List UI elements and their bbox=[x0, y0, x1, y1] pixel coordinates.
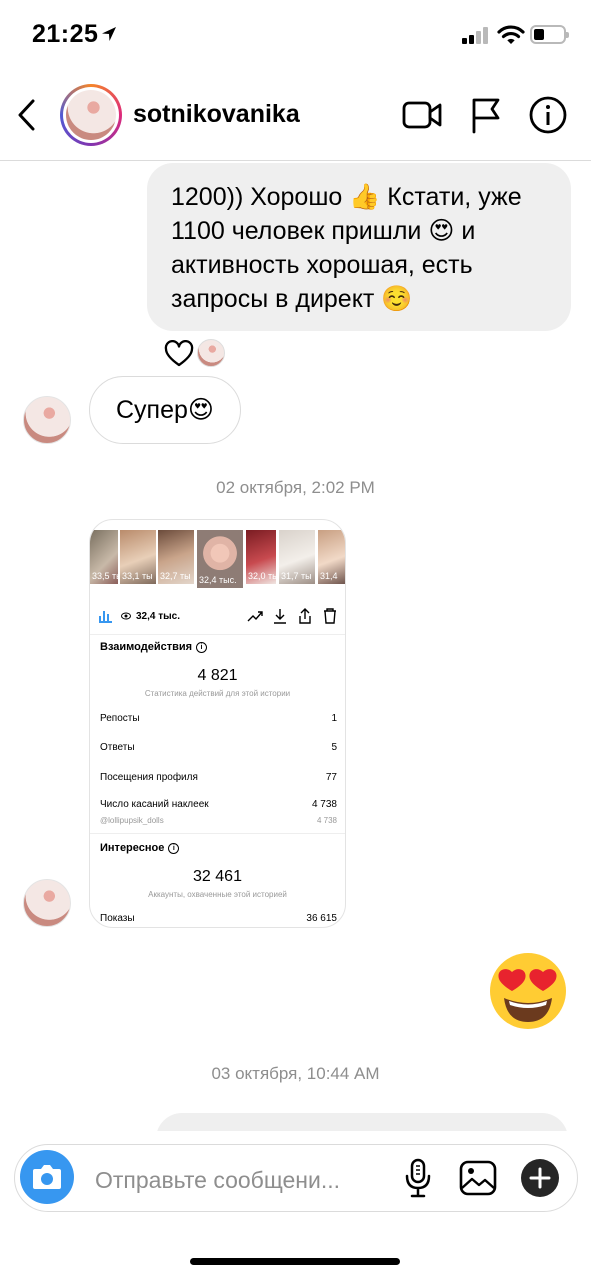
reaction-avatar bbox=[197, 339, 225, 367]
message-input[interactable] bbox=[95, 1162, 395, 1198]
more-actions-button[interactable] bbox=[521, 1159, 559, 1197]
heart-reaction-icon[interactable] bbox=[164, 340, 194, 368]
status-time: 21:25 bbox=[32, 20, 99, 48]
heart-eyes-emoji-message[interactable] bbox=[487, 950, 569, 1032]
share-icon bbox=[299, 608, 311, 624]
stats-row: Ответы 5 bbox=[100, 742, 337, 753]
story-insights-toolbar: 32,4 тыс. bbox=[90, 600, 345, 635]
story-thumbnail: 31,4 bbox=[318, 530, 345, 584]
sender-avatar[interactable] bbox=[23, 879, 71, 927]
download-icon bbox=[274, 609, 286, 624]
header-username[interactable]: sotnikovanika bbox=[133, 100, 300, 129]
trash-icon bbox=[324, 608, 336, 624]
story-thumbnails-strip: 33,5 ты 33,1 ты 32,7 ты 32,4 тыс. 32,0 т… bbox=[90, 528, 345, 590]
interactions-heading: Взаимодействия i bbox=[100, 641, 208, 653]
camera-icon bbox=[33, 1165, 61, 1189]
discovery-total: 32 461 bbox=[193, 868, 242, 885]
sticker-account-row: @lollipupsik_dolls 4 738 bbox=[100, 816, 337, 825]
location-arrow-icon bbox=[102, 27, 116, 41]
story-thumbnail-selected: 32,4 тыс. bbox=[195, 528, 245, 590]
battery-icon bbox=[530, 25, 569, 44]
bar-chart-icon bbox=[99, 611, 112, 623]
cellular-signal-icon bbox=[462, 26, 492, 44]
message-timestamp: 03 октября, 10:44 AM bbox=[211, 1064, 380, 1083]
camera-button[interactable] bbox=[20, 1150, 74, 1204]
info-icon[interactable] bbox=[528, 95, 568, 135]
story-thumbnail: 31,7 ты bbox=[279, 530, 315, 584]
stats-row: Показы 36 615 bbox=[100, 913, 337, 924]
gallery-icon[interactable] bbox=[459, 1160, 497, 1196]
story-thumbnail: 33,5 ты bbox=[90, 530, 123, 584]
report-flag-icon[interactable] bbox=[470, 96, 502, 134]
trending-icon bbox=[247, 611, 263, 622]
chat-header: sotnikovanika bbox=[0, 70, 591, 161]
sender-avatar[interactable] bbox=[23, 396, 71, 444]
outgoing-message-bubble[interactable]: 1200)) Хорошо 👍 Кстати, уже 1100 человек… bbox=[147, 163, 571, 331]
back-chevron-icon[interactable] bbox=[14, 98, 42, 132]
wifi-icon bbox=[497, 25, 525, 44]
home-indicator bbox=[190, 1258, 400, 1265]
status-bar: 21:25 bbox=[0, 0, 591, 70]
eye-icon bbox=[121, 612, 131, 620]
shared-screenshot-image[interactable]: 33,5 ты 33,1 ты 32,7 ты 32,4 тыс. 32,0 т… bbox=[89, 519, 346, 928]
incoming-message-bubble[interactable]: Супер😍 bbox=[89, 376, 241, 444]
interactions-total: 4 821 bbox=[197, 667, 238, 684]
plus-icon bbox=[529, 1167, 551, 1189]
microphone-icon[interactable] bbox=[403, 1158, 433, 1198]
story-thumbnail: 33,1 ты bbox=[120, 530, 156, 584]
story-thumbnail: 32,0 ты bbox=[246, 530, 279, 584]
discovery-subtitle: Аккаунты, охваченные этой историей bbox=[148, 890, 287, 899]
header-avatar[interactable] bbox=[60, 84, 122, 146]
stats-row: Число касаний наклеек 4 738 bbox=[100, 799, 337, 810]
story-thumbnail: 32,7 ты bbox=[158, 530, 194, 584]
story-views-count: 32,4 тыс. bbox=[136, 611, 181, 622]
video-call-icon[interactable] bbox=[402, 98, 442, 132]
message-timestamp: 02 октября, 2:02 PM bbox=[216, 478, 375, 497]
interactions-subtitle: Статистика действий для этой истории bbox=[144, 689, 291, 698]
stats-row: Репосты 1 bbox=[100, 713, 337, 724]
discovery-heading: Интересное i bbox=[100, 842, 180, 854]
stats-row: Посещения профиля 77 bbox=[100, 772, 337, 783]
divider bbox=[90, 833, 345, 834]
